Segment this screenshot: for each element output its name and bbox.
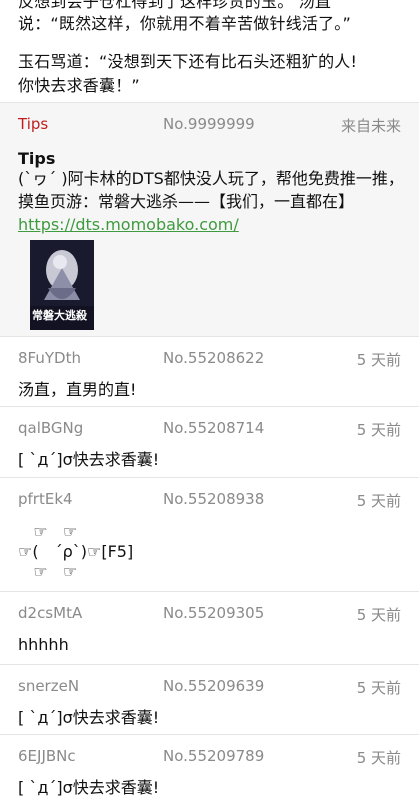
tips-link[interactable]: https://dts.momobako.com/	[18, 215, 239, 234]
reply-content: [ `д´]σ快去求香囊!	[18, 708, 160, 727]
reply-content: ☞ ☞ ☞( ´ρ`)☞[F5] ☞ ☞	[18, 522, 134, 581]
thumbnail-caption: 常磐大逃殺	[32, 309, 87, 322]
post-header: d2csMtA No.55209305 5 天前	[18, 604, 401, 626]
post-number[interactable]: No.9999999	[163, 115, 255, 133]
post-number[interactable]: No.55209639	[163, 677, 264, 695]
story-text: 反想到会子仓杠得到了这样珍贵的玉。 汤直 说：“既然这样，你就用不着辛苦做针线活…	[0, 0, 419, 103]
game-thumbnail[interactable]: 常磐大逃殺	[30, 240, 94, 330]
post-header: pfrtEk4 No.55208938 5 天前	[18, 490, 401, 512]
post-number[interactable]: No.55208938	[163, 490, 264, 508]
post-header: 8FuYDth No.55208622 5 天前	[18, 349, 401, 371]
tips-title: Tips	[18, 149, 56, 168]
post-user-id: qalBGNg	[18, 419, 84, 437]
post-user-id: d2csMtA	[18, 604, 83, 622]
post-number[interactable]: No.55208714	[163, 419, 264, 437]
post-header: 6EJJBNc No.55209789 5 天前	[18, 747, 401, 769]
post-user-id: 8FuYDth	[18, 349, 81, 367]
post-number[interactable]: No.55209789	[163, 747, 264, 765]
post-header: snerzeN No.55209639 5 天前	[18, 677, 401, 699]
reply-content: [ `д´]σ快去求香囊!	[18, 450, 160, 469]
story-line-2: 说：“既然这样，你就用不着辛苦做针线活了。”	[18, 14, 351, 33]
post-time: 5 天前	[356, 351, 401, 369]
post-time: 5 天前	[356, 679, 401, 697]
post-user-id: pfrtEk4	[18, 490, 73, 508]
tips-body: (`ヮ´ )阿卡林的DTS都快没人玩了，帮他免费推一推，摸鱼页游：常磐大逃杀——…	[18, 167, 404, 236]
post-user-id: snerzeN	[18, 677, 80, 695]
reply-item[interactable]: d2csMtA No.55209305 5 天前 hhhhh	[0, 592, 419, 664]
reply-item[interactable]: qalBGNg No.55208714 5 天前 [ `д´]σ快去求香囊!	[0, 407, 419, 477]
post-user-id: 6EJJBNc	[18, 747, 76, 765]
reply-item[interactable]: pfrtEk4 No.55208938 5 天前 ☞ ☞ ☞( ´ρ`)☞[F5…	[0, 478, 419, 591]
reply-content: hhhhh	[18, 635, 69, 654]
tips-body-text: (`ヮ´ )阿卡林的DTS都快没人玩了，帮他免费推一推，摸鱼页游：常磐大逃杀——…	[18, 169, 404, 211]
post-time: 5 天前	[356, 421, 401, 439]
reply-item[interactable]: snerzeN No.55209639 5 天前 [ `д´]σ快去求香囊!	[0, 665, 419, 734]
story-line-4: 你快去求香囊！”	[18, 76, 140, 95]
story-line-3: 玉石骂道：“没想到天下还有比石头还粗犷的人!	[18, 52, 358, 71]
post-header: Tips No.9999999 来自未来	[18, 115, 401, 137]
reply-item[interactable]: 8FuYDth No.55208622 5 天前 汤直，直男的直!	[0, 337, 419, 406]
tips-post[interactable]: Tips No.9999999 来自未来 Tips (`ヮ´ )阿卡林的DTS都…	[0, 103, 419, 336]
reply-content: 汤直，直男的直!	[18, 380, 137, 399]
post-time: 5 天前	[356, 606, 401, 624]
reply-item[interactable]: 6EJJBNc No.55209789 5 天前 [ `д´]σ快去求香囊!	[0, 735, 419, 800]
reply-content: [ `д´]σ快去求香囊!	[18, 778, 160, 797]
post-header: qalBGNg No.55208714 5 天前	[18, 419, 401, 441]
post-number[interactable]: No.55208622	[163, 349, 264, 367]
post-user-id: Tips	[18, 115, 49, 133]
post-number[interactable]: No.55209305	[163, 604, 264, 622]
post-time: 5 天前	[356, 749, 401, 767]
post-time: 来自未来	[340, 117, 401, 135]
post-time: 5 天前	[356, 492, 401, 510]
